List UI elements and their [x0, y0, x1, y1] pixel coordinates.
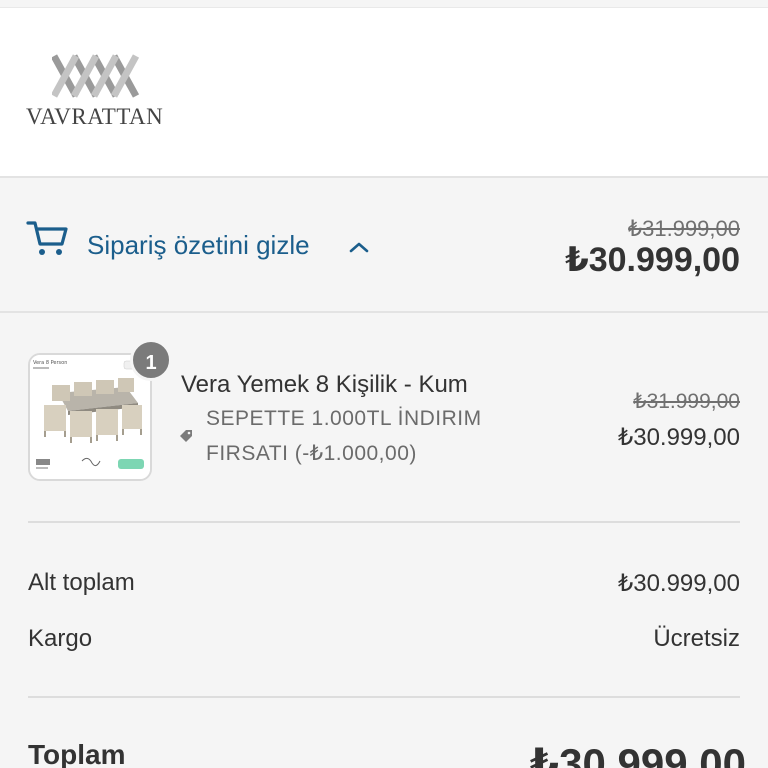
original-total: ₺31.999,00 [628, 216, 740, 241]
total-value: ₺30.999,00 [529, 740, 746, 768]
site-header: VAVRATTAN [0, 8, 768, 178]
order-summary-toggle[interactable]: Sipariş özetini gizle ₺31.999,00 ₺30.999… [0, 178, 768, 313]
cart-icon [26, 221, 68, 255]
order-summary: Vera 8 Person 1 Vera Yemek 8 Kişilik - K… [0, 313, 768, 768]
discount-label-line2: FIRSATI (-₺1.000,00) [206, 442, 417, 465]
top-strip [0, 0, 768, 8]
item-price: ₺30.999,00 [617, 424, 740, 451]
brand-name: VAVRATTAN [26, 104, 164, 129]
thumbnail-caption: Vera 8 Person [33, 360, 67, 366]
header-total: ₺30.999,00 [565, 241, 740, 279]
shipping-value: Ücretsiz [653, 625, 740, 652]
shipping-label: Kargo [28, 625, 93, 652]
total-label: Toplam [28, 739, 126, 768]
item-original-price: ₺31.999,00 [633, 390, 740, 413]
product-image: Vera 8 Person [30, 355, 150, 479]
product-name: Vera Yemek 8 Kişilik - Kum [181, 371, 468, 398]
brand-logo[interactable]: VAVRATTAN [26, 52, 166, 132]
quantity-badge: 1 [130, 339, 172, 381]
subtotal-value: ₺30.999,00 [617, 570, 740, 597]
logo-mark-icon [52, 54, 140, 98]
chevron-up-icon [349, 242, 369, 253]
divider [28, 521, 740, 523]
toggle-summary-label[interactable]: Sipariş özetini gizle [87, 230, 310, 261]
tag-icon [180, 430, 192, 442]
subtotal-label: Alt toplam [28, 569, 135, 596]
divider [28, 696, 740, 698]
discount-label-line1: SEPETTE 1.000TL İNDIRIM [206, 407, 482, 430]
